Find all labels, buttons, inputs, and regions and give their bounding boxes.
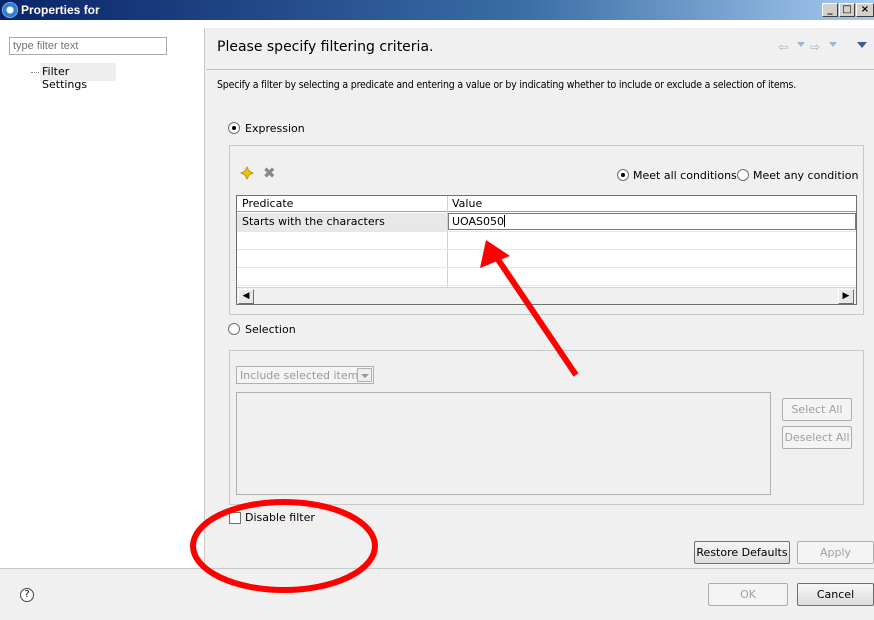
cancel-button[interactable]: Cancel xyxy=(797,583,874,606)
tree-item-filter-settings[interactable]: Filter Settings xyxy=(40,63,116,91)
title-bar: Properties for _ □ × xyxy=(0,0,874,20)
chevron-down-icon[interactable] xyxy=(357,368,372,382)
row-divider xyxy=(237,285,856,286)
include-exclude-dropdown[interactable]: Include selected items xyxy=(236,366,374,384)
disable-filter-checkbox[interactable] xyxy=(229,512,241,524)
forward-arrow-icon[interactable]: ⇨ xyxy=(810,40,820,54)
selection-list[interactable] xyxy=(236,392,771,495)
scroll-left-icon[interactable]: ◀ xyxy=(238,289,254,304)
minimize-button[interactable]: _ xyxy=(822,3,838,17)
column-header-predicate[interactable]: Predicate xyxy=(237,196,447,212)
horizontal-scrollbar[interactable]: ◀ ▶ xyxy=(237,287,856,304)
selection-label: Selection xyxy=(245,323,296,336)
table-cell-value-editor[interactable]: UOAS050 xyxy=(448,213,856,230)
column-separator xyxy=(447,196,448,288)
selection-radio[interactable] xyxy=(228,323,240,335)
add-condition-icon[interactable] xyxy=(240,166,254,180)
app-icon xyxy=(2,2,18,18)
close-button[interactable]: × xyxy=(856,3,874,17)
disable-filter-label: Disable filter xyxy=(245,511,315,524)
dropdown-value: Include selected items xyxy=(240,369,365,382)
column-header-value[interactable]: Value xyxy=(447,196,856,212)
expression-radio[interactable] xyxy=(228,122,240,134)
meet-all-radio[interactable] xyxy=(617,169,629,181)
delete-condition-icon[interactable]: ✖ xyxy=(263,164,276,182)
restore-defaults-button[interactable]: Restore Defaults xyxy=(694,541,790,564)
tree-connector xyxy=(31,72,39,73)
forward-menu-icon[interactable] xyxy=(829,42,837,47)
row-divider xyxy=(237,231,856,232)
table-cell-predicate[interactable]: Starts with the characters xyxy=(237,213,447,231)
row-divider xyxy=(237,267,856,268)
back-menu-icon[interactable] xyxy=(797,42,805,47)
view-menu-icon[interactable] xyxy=(857,42,867,48)
value-text: UOAS050 xyxy=(452,215,505,228)
filter-text-input[interactable] xyxy=(9,37,167,55)
meet-any-radio[interactable] xyxy=(737,169,749,181)
scroll-right-icon[interactable]: ▶ xyxy=(838,289,854,304)
window-title: Properties for xyxy=(21,3,100,17)
meet-any-label: Meet any condition xyxy=(753,169,859,182)
help-icon[interactable]: ? xyxy=(20,588,34,602)
conditions-table: Predicate Value Starts with the characte… xyxy=(236,195,857,305)
maximize-button[interactable]: □ xyxy=(839,3,855,17)
ok-button[interactable]: OK xyxy=(708,583,788,606)
description-text: Specify a filter by selecting a predicat… xyxy=(217,79,797,91)
apply-button[interactable]: Apply xyxy=(797,541,874,564)
text-caret xyxy=(504,215,506,227)
meet-all-label: Meet all conditions xyxy=(633,169,737,182)
select-all-button[interactable]: Select All xyxy=(782,398,852,421)
deselect-all-button[interactable]: Deselect All xyxy=(782,426,852,449)
row-divider xyxy=(237,249,856,250)
expression-label: Expression xyxy=(245,122,305,135)
back-arrow-icon[interactable]: ⇦ xyxy=(778,40,788,54)
page-header: Please specify filtering criteria. ⇦ ⇨ xyxy=(206,28,874,70)
page-title: Please specify filtering criteria. xyxy=(217,39,434,55)
left-pane xyxy=(9,28,204,568)
